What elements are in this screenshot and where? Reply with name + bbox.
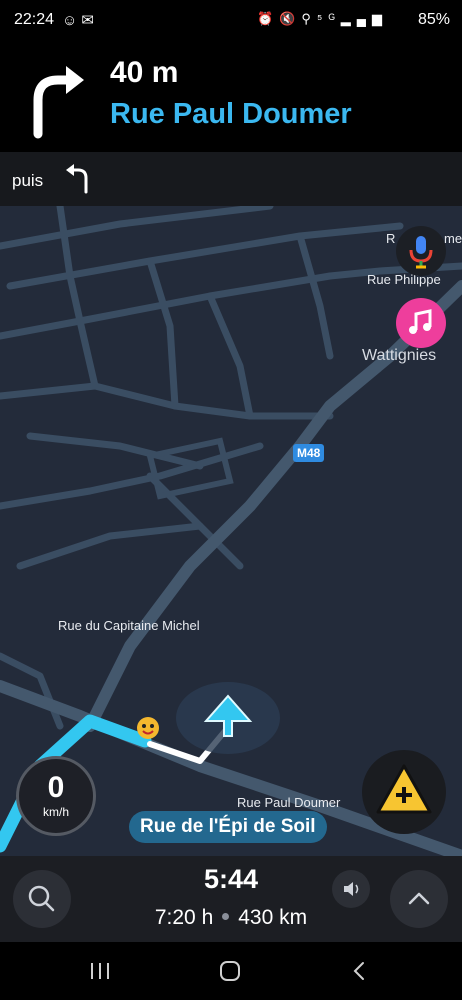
location-icon: ⚲ <box>301 11 317 26</box>
report-button[interactable] <box>362 750 446 834</box>
5g-icon: ⁵ᴳ <box>316 11 341 26</box>
waze-navigation-screen: 22:24 ☺✉ ⏰🔇⚲⁵ᴳ▂▄▆ 85% 40 m Rue Paul Doum… <box>0 0 462 1000</box>
map-label-rue-top: R <box>386 231 396 246</box>
map-label-capitaine: Rue du Capitaine Michel <box>58 618 200 633</box>
chevron-up-icon <box>408 892 430 905</box>
battery-level: 85% <box>417 11 450 28</box>
current-street-label: Rue de l'Épi de Soil <box>129 811 327 843</box>
next-instruction-bar: puis <box>0 152 462 206</box>
system-icons: ⏰🔇⚲⁵ᴳ▂▄▆ <box>257 11 388 27</box>
separator-dot <box>222 912 230 920</box>
expand-menu-button[interactable] <box>390 870 448 928</box>
music-button[interactable] <box>396 298 446 348</box>
trip-distance: 430 km <box>238 906 308 929</box>
back-icon[interactable] <box>348 960 372 982</box>
road-badge: M48 <box>293 444 325 462</box>
then-label: puis <box>12 171 44 190</box>
instruction-street: Rue Paul Doumer <box>110 98 352 130</box>
mail-icon: ✉ <box>81 12 98 29</box>
trip-summary-bar[interactable]: 5:44 7:20 h 430 km <box>0 856 462 942</box>
recent-apps-icon[interactable] <box>88 960 112 982</box>
microphone-icon <box>409 236 433 269</box>
map-label-paul-doumer: Rue Paul Doumer <box>237 795 341 810</box>
notification-icons: ☺✉ <box>62 11 98 29</box>
instruction-banner[interactable]: 40 m Rue Paul Doumer <box>0 40 462 152</box>
speed-value: 0 <box>47 771 65 804</box>
speaker-icon <box>344 882 359 896</box>
map-label-town: Wattignies <box>362 347 437 364</box>
voice-command-button[interactable] <box>396 226 446 276</box>
sound-button[interactable] <box>332 870 370 908</box>
mute-icon: 🔇 <box>279 11 302 26</box>
turn-left-icon <box>66 164 88 194</box>
music-note-icon <box>409 309 432 334</box>
instruction-distance: 40 m <box>110 56 179 89</box>
trip-duration: 7:20 h <box>154 906 214 929</box>
sticker-icon: ☺ <box>62 12 82 29</box>
speedometer: 0 km/h <box>16 756 96 836</box>
destination-flag-icon <box>137 717 159 739</box>
report-warning-icon <box>376 764 432 814</box>
speed-unit: km/h <box>42 805 69 819</box>
turn-right-icon <box>33 66 84 139</box>
status-bar: 22:24 ☺✉ ⏰🔇⚲⁵ᴳ▂▄▆ 85% <box>0 0 462 40</box>
signal-icon: ▂▄▆ <box>340 11 388 26</box>
home-icon[interactable] <box>218 960 242 982</box>
alarm-icon: ⏰ <box>257 11 280 26</box>
system-navigation-bar <box>0 942 462 1000</box>
map-label-rue-top-end: me <box>444 231 462 246</box>
status-time: 22:24 <box>14 11 55 28</box>
